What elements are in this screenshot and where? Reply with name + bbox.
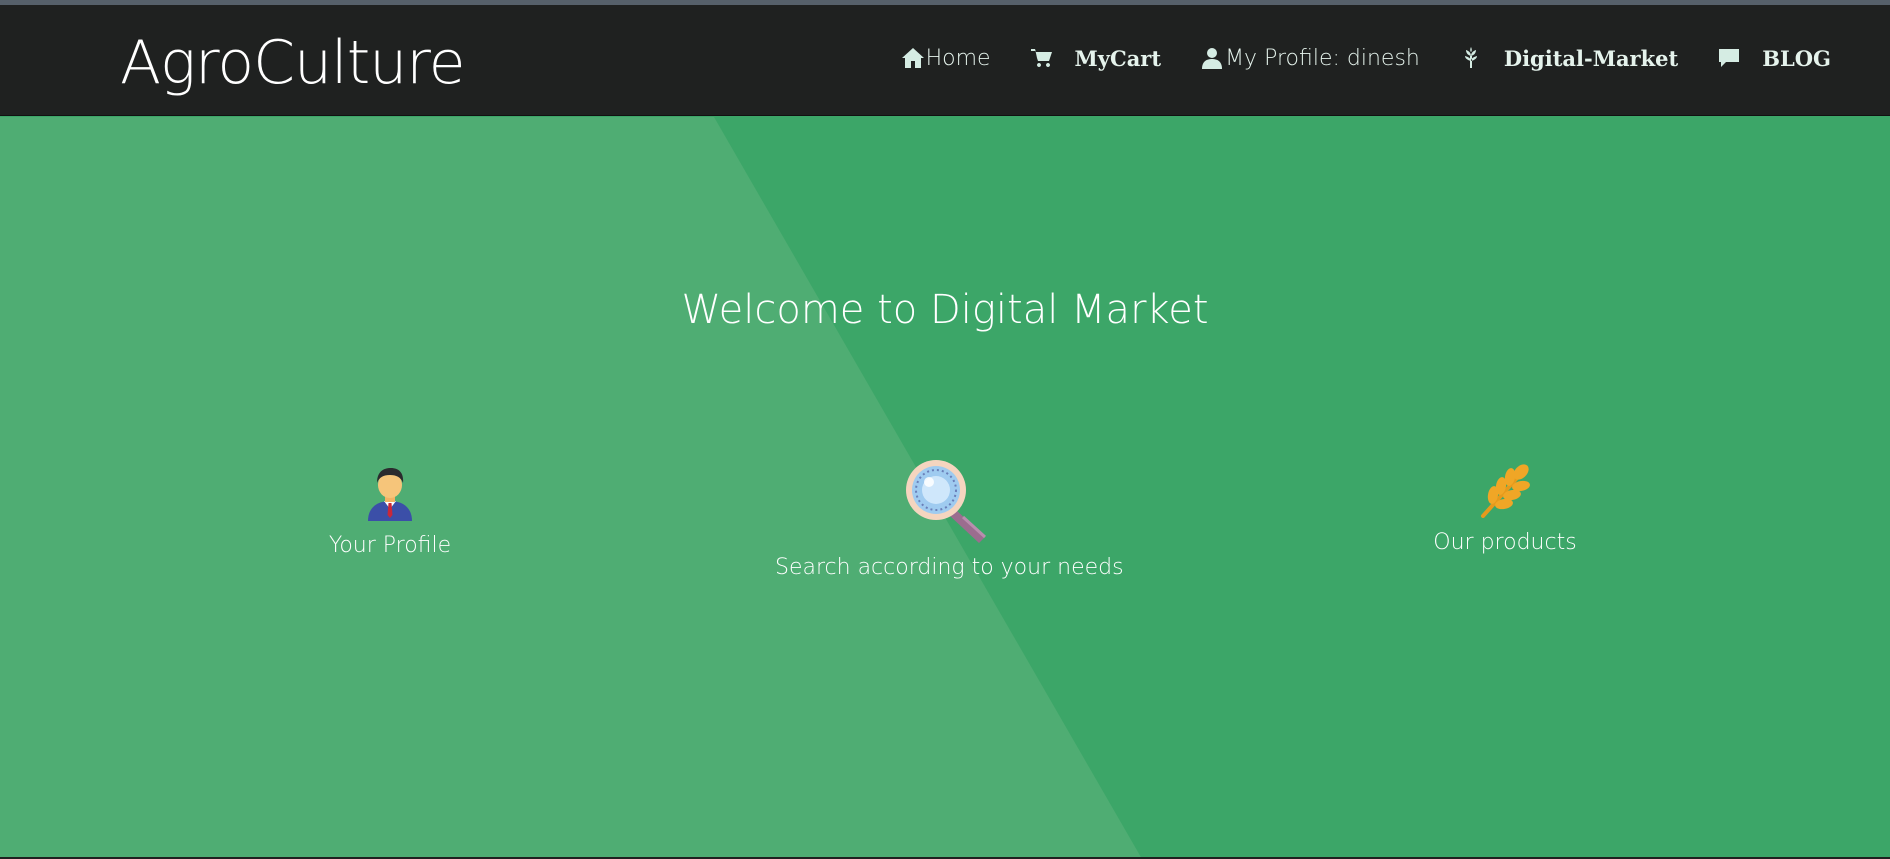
feature-your-profile-label: Your Profile — [328, 533, 452, 558]
navbar: AgroCulture Home MyCart My Profile: dine… — [0, 5, 1890, 116]
hero-section: Welcome to Digital Market Your Profile S… — [0, 117, 1890, 859]
feature-our-products[interactable]: Our products — [1410, 464, 1600, 555]
nav-home-label: Home — [925, 45, 991, 71]
feature-search[interactable]: Search according to your needs — [775, 457, 1124, 580]
nav-blog[interactable]: BLOG — [1716, 45, 1831, 71]
comment-icon — [1716, 45, 1742, 71]
nav-blog-label: BLOG — [1762, 45, 1831, 71]
user-icon — [1199, 45, 1225, 71]
cart-icon — [1029, 45, 1055, 71]
nav-digital-market[interactable]: Digital-Market — [1458, 45, 1678, 71]
grain-icon — [1458, 45, 1484, 71]
wheat-icon — [1410, 464, 1600, 524]
nav-my-profile-label: My Profile: dinesh — [1225, 45, 1420, 71]
home-icon — [900, 45, 926, 71]
nav-home[interactable]: Home — [900, 45, 991, 71]
main-nav: Home MyCart My Profile: dinesh Digital-M… — [862, 45, 1831, 71]
magnifying-glass-icon — [775, 457, 1120, 549]
feature-your-profile[interactable]: Your Profile — [290, 465, 490, 558]
nav-mycart-label: MyCart — [1074, 45, 1162, 71]
brand-logo[interactable]: AgroCulture — [120, 27, 466, 99]
nav-digital-market-label: Digital-Market — [1503, 45, 1679, 71]
feature-our-products-label: Our products — [1433, 530, 1577, 555]
nav-mycart[interactable]: MyCart — [1029, 45, 1162, 71]
feature-search-label: Search according to your needs — [775, 555, 1124, 580]
businessman-icon — [290, 465, 490, 527]
nav-my-profile[interactable]: My Profile: dinesh — [1199, 45, 1420, 71]
hero-title: Welcome to Digital Market — [681, 287, 1209, 333]
